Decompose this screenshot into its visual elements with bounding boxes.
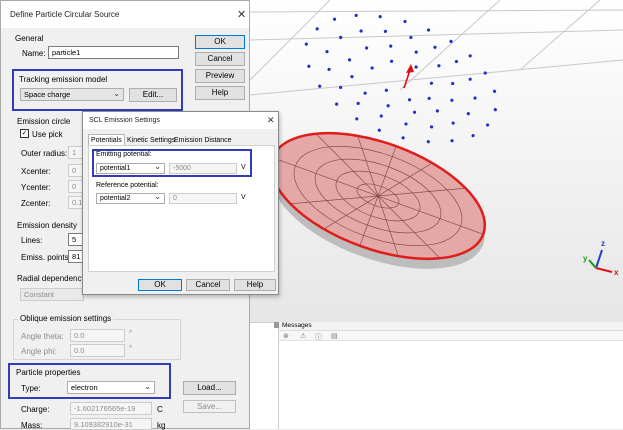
angle-phi-field[interactable]: 0.0 [70,344,125,357]
scl-titlebar[interactable]: SCL Emission Settings ✕ [83,112,278,129]
tracking-model-value: Space charge [24,90,71,99]
chevron-down-icon: ⌄ [113,89,120,98]
cancel-button[interactable]: Cancel [195,52,245,66]
tracking-model-select[interactable]: Space charge ⌄ [20,88,124,101]
axis-y-label: y [583,254,588,263]
ycenter-label: Ycenter: [21,183,51,192]
close-icon[interactable]: ✕ [237,8,246,21]
particle-type-value: electron [71,383,98,392]
outer-radius-label: Outer radius: [21,149,68,158]
angle-phi-unit: ° [129,344,133,353]
reference-potential-label: Reference potential: [96,182,159,189]
angle-theta-label: Angle theta: [21,332,64,341]
particle-type-select[interactable]: electron ⌄ [67,381,155,394]
xcenter-label: Xcenter: [21,167,51,176]
axis-z-label: z [601,239,605,248]
dialog-titlebar[interactable]: Define Particle Circular Source ✕ [1,1,249,28]
disk-model [269,131,487,269]
emitting-potential-value: potential1 [100,165,131,172]
chevron-down-icon: ⌄ [154,193,161,201]
messages-toolbar: ⊗ ⚠ ⓘ ▤ [279,331,623,341]
tracking-edit-button[interactable]: Edit... [129,88,177,102]
charge-label: Charge: [21,405,50,414]
chevron-down-icon: ⌄ [154,163,161,171]
messages-panel: Messages ⊗ ⚠ ⓘ ▤ [278,322,623,429]
type-label: Type: [21,384,41,393]
density-group-title: Emission density [17,221,78,230]
load-button[interactable]: Load... [183,381,236,395]
axis-x-label: x [614,268,619,277]
scl-ok-button[interactable]: OK [138,279,182,291]
reference-potential-select[interactable]: potential2 ⌄ [96,193,165,204]
dialog-title: Define Particle Circular Source [10,10,120,19]
radial-dependency-select[interactable]: Constant [20,288,84,301]
filter-icon[interactable]: ▤ [331,332,338,340]
preview-button[interactable]: Preview [195,69,245,83]
close-icon[interactable]: ✕ [267,115,275,126]
lines-label: Lines: [21,236,43,245]
scl-emission-dialog: SCL Emission Settings ✕ Potentials Kinet… [82,111,279,295]
angle-theta-field[interactable]: 0.0 [70,329,125,342]
normal-arrow [403,64,414,89]
emitting-unit: V [241,164,246,171]
ok-button[interactable]: OK [195,35,245,49]
radial-group-title: Radial dependency [17,274,86,283]
clear-icon[interactable]: ⊗ [283,332,289,340]
panel-splitter[interactable] [274,322,279,328]
chevron-down-icon: ⌄ [144,382,151,391]
help-button[interactable]: Help [195,86,245,100]
angle-phi-label: Angle phi: [21,347,57,356]
messages-header: Messages [279,322,623,331]
scl-cancel-button[interactable]: Cancel [186,279,230,291]
reference-unit: V [241,194,246,201]
use-pick-checkbox[interactable]: ✓ [20,129,29,138]
reference-potential-value: potential2 [100,195,131,202]
emitting-potential-field[interactable]: -5000 [169,163,237,174]
info-icon[interactable]: ⓘ [315,332,322,342]
mass-field[interactable]: 9.109382910e-31 [70,418,152,430]
angle-theta-unit: ° [129,329,133,338]
axis-triad [588,249,613,273]
tracking-group-title: Tracking emission model [19,75,108,84]
emiss-points-label: Emiss. points: [21,253,71,262]
scl-tab-panel: Emitting potential: potential1 ⌄ -5000 V… [88,145,275,272]
name-label: Name: [22,49,46,58]
left-bottom-panel [250,322,278,429]
oblique-group-title: Oblique emission settings [18,314,114,323]
general-group-title: General [15,34,44,43]
circle-group-title: Emission circle [17,117,71,126]
zcenter-label: Zcenter: [21,199,51,208]
charge-unit: C [157,405,163,414]
name-field[interactable]: particle1 [48,46,179,59]
use-pick-label: Use pick [32,130,63,139]
emitting-potential-label: Emitting potential: [96,151,152,158]
emitting-potential-select[interactable]: potential1 ⌄ [96,163,165,174]
particle-group-title: Particle properties [16,368,81,377]
charge-field[interactable]: -1.602176565e-19 [70,402,152,415]
warning-icon[interactable]: ⚠ [300,332,306,340]
messages-title: Messages [282,322,312,329]
reference-potential-field[interactable]: 0 [169,193,237,204]
save-button[interactable]: Save... [183,400,236,413]
scl-help-button[interactable]: Help [234,279,276,291]
scl-title: SCL Emission Settings [89,117,160,124]
